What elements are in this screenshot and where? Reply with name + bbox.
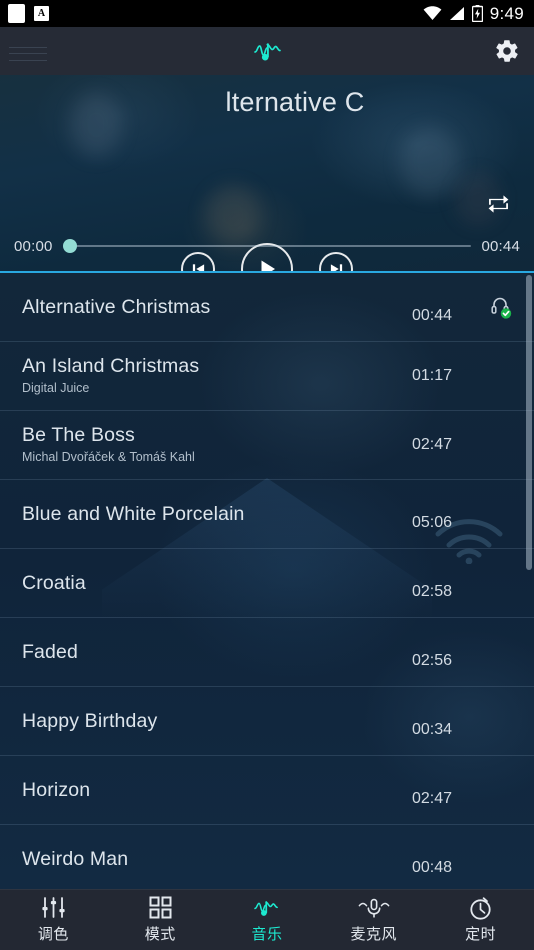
nav-item-label: 调色 — [37, 926, 69, 943]
grid-modes-icon — [149, 896, 172, 919]
repeat-icon[interactable] — [485, 193, 512, 215]
equalizer-sliders-icon — [41, 896, 66, 919]
list-icon-line — [9, 54, 47, 62]
seek-bar-track — [62, 245, 472, 247]
headset-verified-icon[interactable] — [484, 295, 518, 319]
battery-charging-icon — [471, 5, 483, 22]
seek-bar[interactable] — [62, 237, 472, 255]
track-name: Blue and White Porcelain — [22, 502, 245, 525]
track-duration: 00:34 — [412, 721, 453, 738]
track-artist: Digital Juice — [22, 381, 90, 395]
track-meta: Be The Boss Michal Dvořáček & Tomáš Kahl — [22, 424, 404, 466]
track-list[interactable]: Alternative Christmas 00:44 An Island Chr… — [0, 273, 534, 889]
nav-item-label: 模式 — [144, 926, 176, 943]
list-icon[interactable] — [9, 41, 47, 62]
progress-row: 00:00 00:44 — [0, 237, 534, 255]
track-artist: Michal Dvořáček & Tomáš Kahl — [22, 450, 195, 464]
nav-item-label: 音乐 — [251, 926, 283, 943]
track-name: Faded — [22, 640, 79, 663]
track-duration: 00:48 — [412, 859, 453, 876]
list-scrollbar[interactable] — [526, 275, 532, 570]
track-row[interactable]: Blue and White Porcelain 05:06 — [0, 480, 534, 549]
track-row[interactable]: Alternative Christmas 00:44 — [0, 273, 534, 342]
list-icon-line — [9, 48, 47, 55]
section-divider — [0, 271, 534, 273]
track-meta: Horizon — [22, 779, 404, 802]
elapsed-time: 00:00 — [14, 237, 53, 255]
nav-item-microphone[interactable]: 麦克风 — [320, 890, 427, 950]
status-bar-system-icons: 9:49 — [423, 4, 524, 24]
track-row[interactable]: An Island Christmas Digital Juice 01:17 — [0, 342, 534, 411]
microphone-icon — [358, 896, 390, 919]
track-meta: Happy Birthday — [22, 710, 404, 733]
nav-item-grid-modes[interactable]: 模式 — [107, 890, 214, 950]
skip-previous-icon[interactable] — [181, 252, 215, 272]
app-bar — [0, 27, 534, 75]
status-bar-notifications: A — [8, 4, 49, 23]
bokeh-decoration — [400, 127, 460, 197]
track-row[interactable]: Croatia 02:58 — [0, 549, 534, 618]
track-meta: Blue and White Porcelain — [22, 503, 404, 526]
track-meta: Faded — [22, 641, 404, 664]
skip-next-icon[interactable] — [319, 252, 353, 272]
track-row[interactable]: Happy Birthday 00:34 — [0, 687, 534, 756]
track-name: Be The Boss — [22, 424, 135, 446]
bottom-navigation: 调色 模式 音乐 麦克风 定时 — [0, 889, 534, 950]
screenshot-icon — [8, 4, 25, 23]
track-meta: Croatia — [22, 572, 404, 595]
app-screen: A 9:49 lternative C 00:00 00:44 Alternat… — [0, 0, 534, 950]
seek-bar-thumb[interactable] — [62, 239, 77, 253]
cellular-signal-icon — [449, 6, 465, 21]
nav-item-label: 麦克风 — [350, 926, 398, 943]
track-duration: 02:47 — [412, 436, 453, 453]
list-icon-line — [9, 41, 47, 48]
track-row[interactable]: Horizon 02:47 — [0, 756, 534, 825]
bokeh-decoration — [205, 185, 261, 245]
total-duration: 00:44 — [481, 237, 520, 255]
track-name: Happy Birthday — [22, 709, 158, 732]
input-method-a-icon: A — [34, 6, 49, 21]
track-meta: An Island Christmas Digital Juice — [22, 355, 404, 397]
timer-icon — [469, 896, 492, 920]
status-bar-clock: 9:49 — [489, 3, 524, 23]
track-duration: 01:17 — [412, 367, 453, 384]
music-waveform-icon — [252, 896, 282, 919]
track-name: Croatia — [22, 571, 86, 594]
track-duration: 02:56 — [412, 652, 453, 669]
track-title: lternative C — [225, 86, 365, 117]
track-duration: 00:44 — [412, 307, 453, 324]
track-meta: Alternative Christmas — [22, 296, 404, 319]
track-meta: Weirdo Man — [22, 848, 404, 871]
nav-item-label: 定时 — [465, 926, 497, 943]
track-title-marquee: lternative C — [0, 75, 534, 129]
track-duration: 05:06 — [412, 514, 453, 531]
nav-item-music-waveform[interactable]: 音乐 — [214, 890, 321, 950]
track-name: Weirdo Man — [22, 847, 129, 870]
gear-icon[interactable] — [494, 38, 520, 64]
track-name: Horizon — [22, 778, 91, 801]
track-duration: 02:58 — [412, 583, 453, 600]
status-bar: A 9:49 — [0, 0, 534, 27]
track-row[interactable]: Faded 02:56 — [0, 618, 534, 687]
track-name: An Island Christmas — [22, 355, 200, 377]
wifi-icon — [423, 6, 442, 21]
music-waveform-icon — [252, 37, 284, 65]
track-row[interactable]: Be The Boss Michal Dvořáček & Tomáš Kahl 0… — [0, 411, 534, 480]
track-name: Alternative Christmas — [22, 295, 211, 318]
track-duration: 02:47 — [412, 790, 453, 807]
nav-item-timer[interactable]: 定时 — [427, 890, 534, 950]
track-row[interactable]: Weirdo Man 00:48 — [0, 825, 534, 889]
nav-item-equalizer-sliders[interactable]: 调色 — [0, 890, 107, 950]
